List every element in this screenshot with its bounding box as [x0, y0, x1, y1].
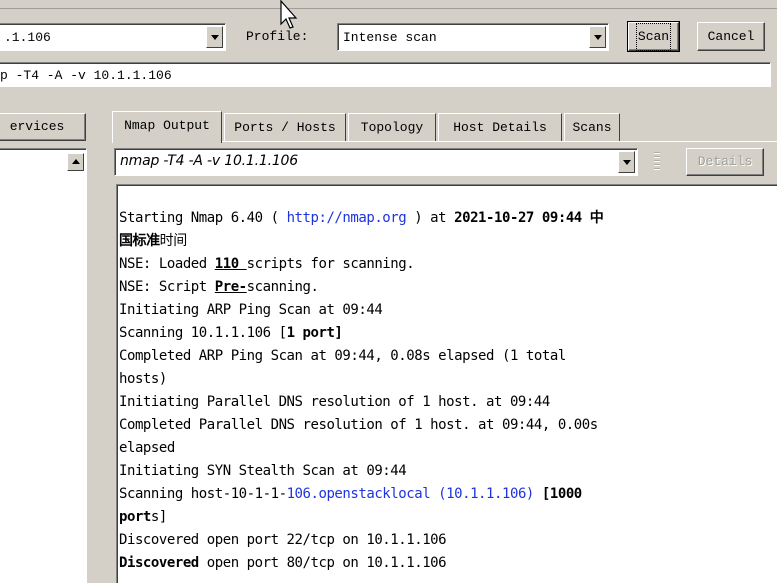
chevron-down-icon[interactable]	[206, 26, 223, 48]
output-line: Scanning host-10-1-1-106.openstacklocal …	[119, 486, 582, 502]
command-field[interactable]: p -T4 -A -v 10.1.1.106	[0, 62, 771, 87]
target-value: .1.106	[4, 30, 51, 45]
scroll-up-icon[interactable]	[67, 153, 84, 171]
output-line: Discovered open port 22/tcp on 10.1.1.10…	[119, 532, 447, 548]
chevron-down-icon[interactable]	[589, 26, 606, 48]
output-line: Completed ARP Ping Scan at 09:44, 0.08s …	[119, 348, 566, 364]
services-button[interactable]: ervices	[0, 113, 86, 141]
output-line: 国标准时间	[119, 233, 187, 249]
scan-output-text[interactable]: Starting Nmap 6.40 ( http://nmap.org ) a…	[116, 184, 777, 583]
scan-button[interactable]: Scan	[627, 21, 680, 52]
mouse-pointer-icon	[280, 0, 298, 29]
services-list[interactable]	[0, 148, 87, 583]
output-line: hosts)	[119, 371, 167, 387]
output-line: Initiating Parallel DNS resolution of 1 …	[119, 394, 550, 410]
tab-topology[interactable]: Topology	[348, 113, 436, 141]
output-line: Scanning 10.1.1.106 [1 port]	[119, 325, 343, 341]
tab-scans[interactable]: Scans	[564, 113, 620, 141]
command-text: p -T4 -A -v 10.1.1.106	[0, 68, 172, 83]
grip-icon	[654, 152, 660, 172]
nmap-output-panel: nmap -T4 -A -v 10.1.1.106 Details Starti…	[112, 142, 777, 583]
profile-value: Intense scan	[343, 30, 437, 45]
scan-button-label: Scan	[635, 23, 672, 51]
cancel-button[interactable]: Cancel	[697, 22, 765, 51]
nmap-link[interactable]: http://nmap.org	[287, 210, 407, 226]
output-line: Starting Nmap 6.40 ( http://nmap.org ) a…	[119, 210, 604, 226]
output-line: Initiating ARP Ping Scan at 09:44	[119, 302, 383, 318]
profile-combo[interactable]: Intense scan	[337, 23, 609, 51]
output-selector[interactable]: nmap -T4 -A -v 10.1.1.106	[114, 148, 638, 176]
target-combo[interactable]: .1.106	[0, 23, 226, 51]
chevron-down-icon[interactable]	[618, 151, 635, 173]
output-line: NSE: Script Pre-scanning.	[119, 279, 319, 295]
tab-ports-hosts[interactable]: Ports / Hosts	[224, 113, 346, 141]
title-bar-edge	[0, 0, 777, 9]
tab-nmap-output[interactable]: Nmap Output	[112, 111, 222, 143]
output-line: Initiating SYN Stealth Scan at 09:44	[119, 463, 407, 479]
output-line: Completed Parallel DNS resolution of 1 h…	[119, 417, 598, 433]
output-line: Discovered open port 80/tcp on 10.1.1.10…	[119, 555, 447, 571]
output-selector-value: nmap -T4 -A -v 10.1.1.106	[120, 153, 298, 169]
output-line: ports]	[119, 509, 167, 525]
output-line: NSE: Loaded 110 scripts for scanning.	[119, 256, 415, 272]
details-button: Details	[686, 148, 764, 176]
zenmap-window: .1.106 Profile: Intense scan Scan Cancel…	[0, 0, 777, 583]
output-line: elapsed	[119, 440, 175, 456]
tab-host-details[interactable]: Host Details	[438, 113, 562, 141]
